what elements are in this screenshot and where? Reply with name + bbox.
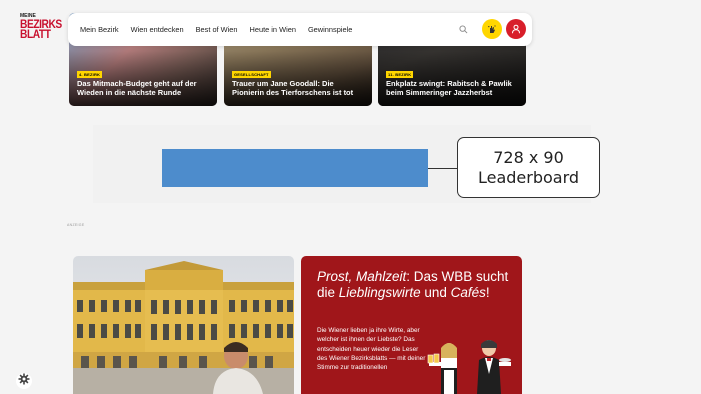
article-tag[interactable]: Gesellschaft <box>232 71 271 78</box>
hand-tip-icon[interactable] <box>482 19 502 39</box>
article-tag[interactable]: 11. Bezirk <box>386 71 414 78</box>
promo-card[interactable]: Prost, Mahlzeit: Das WBB sucht die Liebl… <box>301 256 522 394</box>
nav-item-gewinnspiele[interactable]: Gewinnspiele <box>308 25 352 34</box>
nav-item-mein-bezirk[interactable]: Mein Bezirk <box>80 25 119 34</box>
ad-size-callout: 728 x 90 Leaderboard <box>457 137 600 198</box>
gear-icon <box>18 372 30 390</box>
nav-item-heute-in-wien[interactable]: Heute in Wien <box>250 25 296 34</box>
article-title[interactable]: Enkplatz swingt: Rabitsch & Pawlik beim … <box>386 79 520 97</box>
ad-size-label: 728 x 90 <box>493 147 564 167</box>
waiter-illustration <box>427 340 511 394</box>
leaderboard-ad[interactable] <box>162 149 428 187</box>
article-title[interactable]: Trauer um Jane Goodall: Die Pionierin de… <box>232 79 366 97</box>
logo-line2: BLATT <box>20 27 51 42</box>
search-icon[interactable] <box>456 22 470 36</box>
promo-text: Die Wiener lieben ja ihre Wirte, aber we… <box>317 327 426 372</box>
cookie-settings-button[interactable] <box>16 373 32 389</box>
article-tag[interactable]: 4. Bezirk <box>77 71 103 78</box>
brand-logo[interactable]: MEINE BEZIRKS BLATT <box>20 14 62 48</box>
nav-item-best-of-wien[interactable]: Best of Wien <box>196 25 238 34</box>
ad-type-label: Leaderboard <box>477 167 580 187</box>
promo-title[interactable]: Prost, Mahlzeit: Das WBB sucht die Liebl… <box>317 269 517 301</box>
anzeige-label: ANZEIGE <box>67 223 85 227</box>
nav-item-wien-entdecken[interactable]: Wien entdecken <box>131 25 184 34</box>
article-photo[interactable] <box>73 256 294 394</box>
ad-callout-line <box>428 168 457 169</box>
main-nav: Mein Bezirk Wien entdecken Best of Wien … <box>68 13 532 46</box>
user-icon[interactable] <box>506 19 526 39</box>
article-title[interactable]: Das Mitmach-Budget geht auf der Wieden i… <box>77 79 211 97</box>
palace-photo <box>73 256 294 394</box>
